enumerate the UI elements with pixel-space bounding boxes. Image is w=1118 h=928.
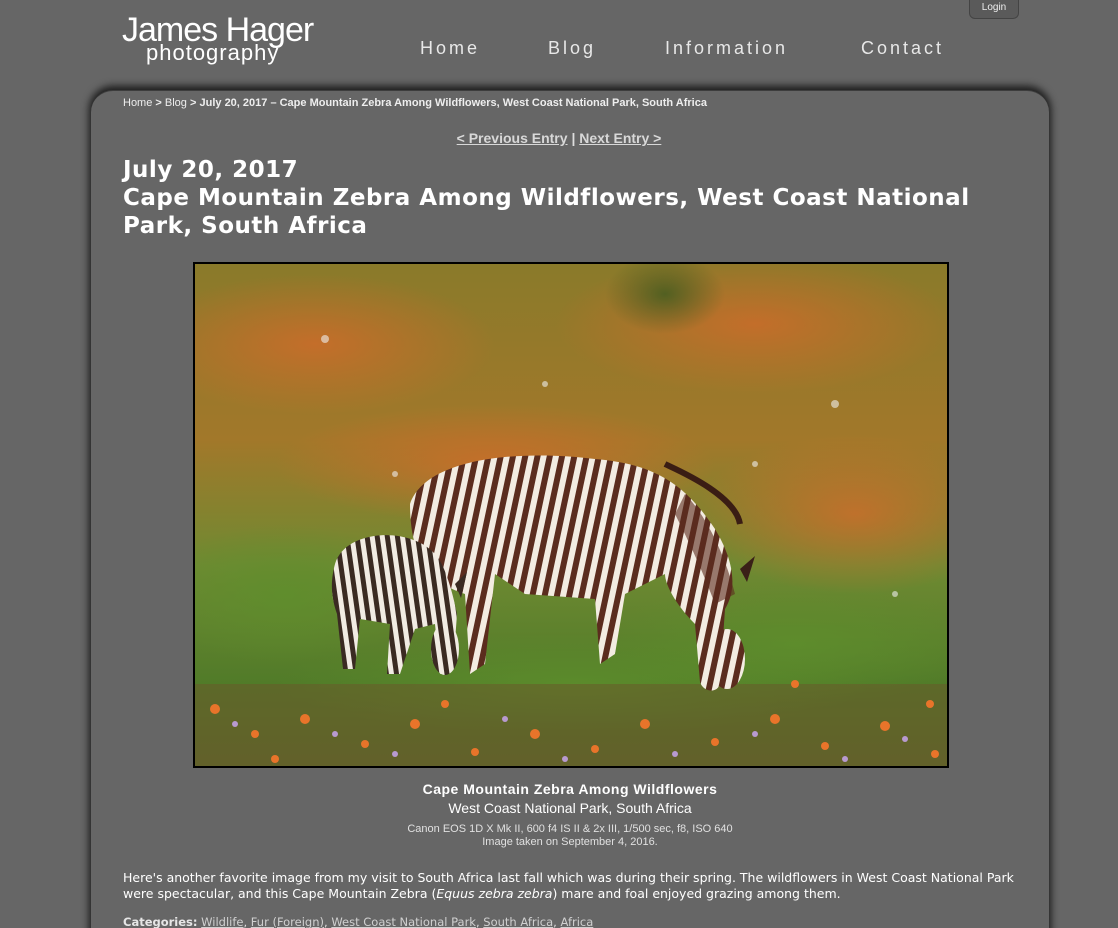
breadcrumb-home[interactable]: Home	[123, 97, 152, 109]
entry-navigation: < Previous Entry | Next Entry >	[0, 130, 1118, 146]
entry-nav-separator: |	[571, 130, 576, 146]
post-title: July 20, 2017 Cape Mountain Zebra Among …	[123, 156, 1023, 240]
post-title-text: Cape Mountain Zebra Among Wildflowers, W…	[123, 185, 970, 239]
post-body-text-end: ) mare and foal enjoyed grazing among th…	[552, 886, 841, 901]
breadcrumb-blog[interactable]: Blog	[165, 97, 187, 109]
photo-caption-location: West Coast National Park, South Africa	[448, 800, 692, 816]
nav-contact[interactable]: Contact	[861, 38, 944, 59]
post-categories: Categories: Wildlife, Fur (Foreign), Wes…	[123, 915, 594, 928]
breadcrumb: Home > Blog > July 20, 2017 – Cape Mount…	[123, 97, 707, 109]
photo-camera-info: Canon EOS 1D X Mk II, 600 f4 IS II & 2x …	[407, 823, 733, 835]
categories-label: Categories:	[123, 915, 198, 928]
breadcrumb-separator: >	[155, 97, 162, 109]
post-photo[interactable]	[193, 262, 949, 768]
post-body: Here's another favorite image from my vi…	[123, 870, 1023, 902]
category-link[interactable]: Africa	[560, 915, 593, 928]
main-nav: Home Blog Information Contact	[0, 38, 1118, 64]
breadcrumb-current: July 20, 2017 – Cape Mountain Zebra Amon…	[199, 97, 707, 109]
nav-information[interactable]: Information	[665, 38, 788, 59]
category-link[interactable]: West Coast National Park	[331, 915, 476, 928]
post-date: July 20, 2017	[123, 157, 299, 183]
photo-date-taken: Image taken on September 4, 2016.	[482, 836, 658, 848]
species-name: Equus zebra zebra	[436, 886, 553, 901]
login-button[interactable]: Login	[969, 0, 1019, 19]
category-link[interactable]: South Africa	[483, 915, 553, 928]
previous-entry-link[interactable]: < Previous Entry	[457, 130, 568, 146]
next-entry-link[interactable]: Next Entry >	[579, 130, 661, 146]
nav-blog[interactable]: Blog	[548, 38, 596, 59]
photo-caption-title: Cape Mountain Zebra Among Wildflowers	[422, 781, 718, 797]
page: James Hager photography Login Home Blog …	[0, 0, 1118, 928]
category-link[interactable]: Fur (Foreign)	[251, 915, 324, 928]
category-link[interactable]: Wildlife	[201, 915, 243, 928]
zebra-photo-image	[195, 264, 947, 766]
breadcrumb-separator: >	[190, 97, 197, 109]
nav-home[interactable]: Home	[420, 38, 480, 59]
